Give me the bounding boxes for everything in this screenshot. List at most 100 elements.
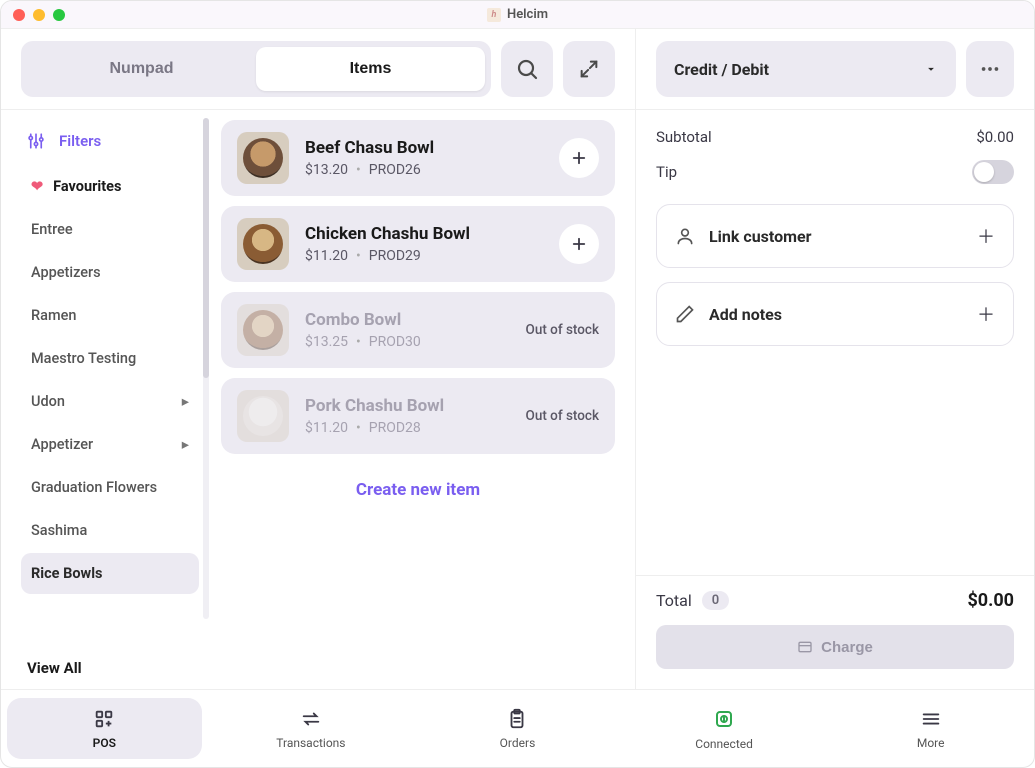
product-price: $11.20 xyxy=(305,420,348,436)
product-row[interactable]: Chicken Chashu Bowl$11.20•PROD29 xyxy=(221,206,615,282)
charge-label: Charge xyxy=(821,639,873,656)
plus-icon: ＋ xyxy=(977,301,995,327)
category-item[interactable]: Ramen xyxy=(21,295,199,336)
product-price: $11.20 xyxy=(305,248,348,264)
titlebar: h Helcim xyxy=(1,1,1034,29)
add-notes-card[interactable]: Add notes ＋ xyxy=(656,282,1014,346)
nav-more[interactable]: More xyxy=(833,698,1028,759)
cart-more-button[interactable] xyxy=(966,41,1014,97)
filters-icon xyxy=(27,132,45,150)
more-horizontal-icon xyxy=(979,58,1001,80)
product-sku: PROD30 xyxy=(369,334,421,350)
sidebar-scrollbar[interactable] xyxy=(203,118,209,619)
heart-icon: ❤ xyxy=(31,178,43,195)
app-logo-icon: h xyxy=(487,8,501,22)
product-thumbnail xyxy=(237,390,289,442)
search-button[interactable] xyxy=(501,41,553,97)
product-sku: PROD29 xyxy=(369,248,421,264)
product-name: Combo Bowl xyxy=(305,310,510,330)
payment-method-label: Credit / Debit xyxy=(674,60,769,79)
nav-label: POS xyxy=(93,736,116,750)
category-label: Entree xyxy=(31,221,73,238)
mode-segmented-control: Numpad Items xyxy=(21,41,491,97)
category-label: Rice Bowls xyxy=(31,565,103,582)
plus-icon xyxy=(570,149,588,167)
create-new-item-link[interactable]: Create new item xyxy=(221,464,615,516)
tip-toggle[interactable] xyxy=(972,160,1014,184)
grid-icon xyxy=(93,708,115,730)
out-of-stock-label: Out of stock xyxy=(526,322,599,338)
swap-icon xyxy=(300,708,322,730)
product-name: Pork Chashu Bowl xyxy=(305,396,510,416)
cart-panel: Credit / Debit Subtotal $0.00 Tip xyxy=(636,29,1034,689)
nav-orders[interactable]: Orders xyxy=(420,698,615,759)
expand-icon xyxy=(578,58,600,80)
product-price: $13.25 xyxy=(305,334,348,350)
link-customer-card[interactable]: Link customer ＋ xyxy=(656,204,1014,268)
product-name: Chicken Chashu Bowl xyxy=(305,224,543,244)
filters-label: Filters xyxy=(59,132,101,150)
category-label: Favourites xyxy=(53,178,121,195)
charge-button[interactable]: Charge xyxy=(656,625,1014,669)
category-item[interactable]: Appetizers xyxy=(21,252,199,293)
tip-label: Tip xyxy=(656,163,677,181)
product-sku: PROD26 xyxy=(369,162,421,178)
product-catalog: Beef Chasu Bowl$13.20•PROD26Chicken Chas… xyxy=(211,110,635,689)
chevron-right-icon: ▸ xyxy=(182,393,189,410)
nav-label: Connected xyxy=(695,737,753,751)
product-row[interactable]: Beef Chasu Bowl$13.20•PROD26 xyxy=(221,120,615,196)
app-title: Helcim xyxy=(507,7,548,22)
filters-button[interactable]: Filters xyxy=(21,122,199,166)
category-label: Sashima xyxy=(31,522,87,539)
add-notes-label: Add notes xyxy=(709,305,963,324)
add-product-button[interactable] xyxy=(559,224,599,264)
product-thumbnail xyxy=(237,304,289,356)
category-item[interactable]: Appetizer ▸ xyxy=(21,424,199,465)
bottom-nav: POS Transactions Orders Connected More xyxy=(1,689,1034,767)
category-item[interactable]: Graduation Flowers xyxy=(21,467,199,508)
subtotal-value: $0.00 xyxy=(976,128,1014,146)
nav-label: More xyxy=(917,736,945,750)
link-customer-label: Link customer xyxy=(709,227,963,246)
category-sidebar: Filters ❤ Favourites Entree Appetizers Ramen… xyxy=(1,110,211,689)
category-item[interactable]: Entree xyxy=(21,209,199,250)
category-item[interactable]: Udon ▸ xyxy=(21,381,199,422)
pencil-icon xyxy=(675,304,695,324)
clipboard-icon xyxy=(506,708,528,730)
nav-transactions[interactable]: Transactions xyxy=(214,698,409,759)
category-item[interactable]: Sashima xyxy=(21,510,199,551)
expand-button[interactable] xyxy=(563,41,615,97)
search-icon xyxy=(515,57,539,81)
nav-label: Orders xyxy=(500,736,536,750)
payment-method-select[interactable]: Credit / Debit xyxy=(656,41,956,97)
product-thumbnail xyxy=(237,218,289,270)
total-count: 0 xyxy=(702,591,729,610)
category-label: Udon xyxy=(31,393,65,410)
numpad-tab[interactable]: Numpad xyxy=(27,47,256,91)
product-thumbnail xyxy=(237,132,289,184)
user-icon xyxy=(675,226,695,246)
category-label: Appetizers xyxy=(31,264,101,281)
category-item[interactable]: ❤ Favourites xyxy=(21,166,199,207)
product-name: Beef Chasu Bowl xyxy=(305,138,543,158)
category-item[interactable]: Maestro Testing xyxy=(21,338,199,379)
add-product-button[interactable] xyxy=(559,138,599,178)
nav-connected[interactable]: Connected xyxy=(627,698,822,759)
top-toolbar: Numpad Items xyxy=(1,29,635,110)
items-tab[interactable]: Items xyxy=(256,47,485,91)
total-label: Total xyxy=(656,591,692,610)
menu-icon xyxy=(920,708,942,730)
chevron-right-icon: ▸ xyxy=(182,436,189,453)
category-item[interactable]: Rice Bowls xyxy=(21,553,199,594)
out-of-stock-label: Out of stock xyxy=(526,408,599,424)
product-price: $13.20 xyxy=(305,162,348,178)
product-row[interactable]: Pork Chashu Bowl$11.20•PROD28Out of stoc… xyxy=(221,378,615,454)
category-label: Appetizer xyxy=(31,436,93,453)
nav-pos[interactable]: POS xyxy=(7,698,202,759)
view-all-button[interactable]: View All xyxy=(21,647,199,677)
chevron-down-icon xyxy=(924,62,938,76)
product-sku: PROD28 xyxy=(369,420,421,436)
charge-icon xyxy=(797,639,813,655)
product-row[interactable]: Combo Bowl$13.25•PROD30Out of stock xyxy=(221,292,615,368)
category-label: Maestro Testing xyxy=(31,350,136,367)
